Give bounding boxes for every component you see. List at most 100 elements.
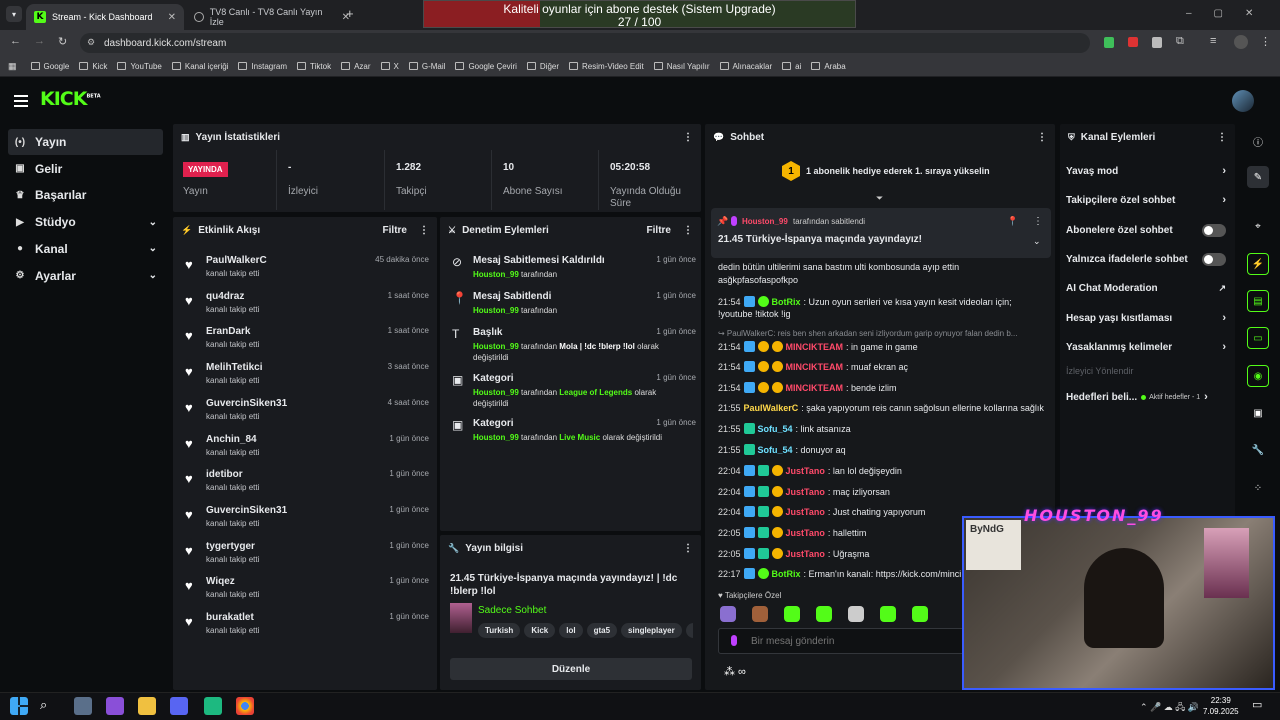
wrench-action-icon[interactable]: 🔧 xyxy=(1247,439,1269,461)
hamburger-menu-icon[interactable] xyxy=(14,95,28,107)
filter-button[interactable]: Filtre xyxy=(647,225,671,236)
chat-username[interactable]: JustTano xyxy=(786,549,825,559)
reload-icon[interactable]: ↻ xyxy=(58,35,67,48)
chat-message[interactable]: 21:55 Sofu_54: link atsanıza xyxy=(718,423,1053,434)
activity-item[interactable]: ♥ PaulWalkerC kanalı takip etti 45 dakika ö… xyxy=(181,253,429,287)
reading-list-icon[interactable]: ≡ xyxy=(1210,35,1216,47)
activity-item[interactable]: ♥ GuvercinSiken31 kanalı takip etti 4 saat … xyxy=(181,396,429,430)
chat-message[interactable]: dedin bütün ultilerimi sana bastım ulti … xyxy=(718,262,1053,272)
activity-item[interactable]: ♥ idetibor kanalı takip etti 1 gün önce xyxy=(181,467,429,501)
bookmark-item[interactable]: Alınacaklar xyxy=(719,62,772,71)
mod-action-item[interactable]: T Başlık 1 gün önce Houston_99 tarafından M… xyxy=(448,325,696,365)
chat-input[interactable] xyxy=(751,633,951,649)
chat-username[interactable]: BotRix xyxy=(772,569,801,579)
notification-icon[interactable]: ▭ xyxy=(1252,698,1262,711)
mod-action-item[interactable]: ▣ Kategori 1 gün önce Houston_99 tarafından… xyxy=(448,371,696,411)
bookmark-item[interactable]: Kanal içeriği xyxy=(171,62,228,71)
sidebar-item-3[interactable]: ▶ Stüdyo ⌄ xyxy=(8,209,163,235)
chat-message[interactable]: 22:04 JustTano: lan lol değişeydin xyxy=(718,465,1053,476)
category-name[interactable]: Sadece Sohbet xyxy=(478,605,546,616)
more-options-icon[interactable]: ⋮ xyxy=(683,225,693,236)
chat-username[interactable]: MINCIKTEAM xyxy=(786,342,844,352)
chevron-down-icon[interactable]: ⌄ xyxy=(1033,236,1041,247)
sidebar-item-0[interactable]: (•) Yayın xyxy=(8,129,163,155)
bookmark-item[interactable]: ai xyxy=(782,62,801,71)
app-icon-green[interactable] xyxy=(204,697,222,715)
chat-username[interactable]: BotRix xyxy=(772,297,801,307)
mod-action-item[interactable]: ▣ Kategori 1 gün önce Houston_99 tarafından… xyxy=(448,416,696,456)
discord-icon[interactable] xyxy=(170,697,188,715)
activity-item[interactable]: ♥ burakatlet kanalı takip etti 1 gün önce xyxy=(181,610,429,644)
info-icon[interactable]: ⓘ xyxy=(1247,130,1269,152)
activity-item[interactable]: ♥ Anchin_84 kanalı takip etti 1 gün önce xyxy=(181,432,429,466)
edit-button[interactable]: Düzenle xyxy=(450,658,692,680)
activity-item[interactable]: ♥ Wiqez kanalı takip etti 1 gün önce xyxy=(181,574,429,608)
chat-message[interactable]: 21:54 MINCIKTEAM: in game in game xyxy=(718,341,1053,352)
app-icon-video[interactable] xyxy=(106,697,124,715)
broadcast-action-icon[interactable]: ◉ xyxy=(1247,365,1269,387)
channel-action-item[interactable]: Yasaklanmış kelimeler › xyxy=(1066,337,1226,357)
sidebar-item-2[interactable]: ♛ Başarılar xyxy=(8,182,163,208)
gift-banner-text[interactable]: 1 abonelik hediye ederek 1. sıraya yükse… xyxy=(806,166,990,176)
bookmark-item[interactable]: Google Çeviri xyxy=(455,62,517,71)
unpin-icon[interactable]: 📍 xyxy=(1007,216,1018,227)
url-field[interactable]: ⚙ dashboard.kick.com/stream xyxy=(80,33,1090,53)
window-controls[interactable]: –▢✕ xyxy=(1186,8,1275,19)
emote-icon[interactable] xyxy=(784,606,800,622)
mod-action-item[interactable]: ⊘ Mesaj Sabitlemesi Kaldırıldı 1 gün önce H… xyxy=(448,253,696,293)
more-options-icon[interactable]: ⋮ xyxy=(419,225,429,236)
toggle-switch[interactable] xyxy=(1202,252,1226,266)
search-icon[interactable]: ⌕ xyxy=(40,697,47,713)
chat-message[interactable]: !youtube !tiktok !ig xyxy=(718,309,1053,319)
goals-item[interactable]: Hedefleri beli... Aktif hedefler - 1 › xyxy=(1066,387,1226,407)
stream-tag[interactable]: Turkish xyxy=(478,623,521,638)
bookmark-item[interactable]: Nasıl Yapılır xyxy=(653,62,710,71)
chat-message[interactable]: 22:04 JustTano: maç izliyorsan xyxy=(718,486,1053,497)
collapse-icon[interactable]: ⏷ xyxy=(876,193,883,204)
site-info-icon[interactable]: ⚙ xyxy=(87,37,95,48)
tab-tv8[interactable]: TV8 Canlı - TV8 Canlı Yayın İzle ✕ xyxy=(186,4,358,30)
mod-action-item[interactable]: 📍 Mesaj Sabitlendi 1 gün önce Houston_99 ta… xyxy=(448,289,696,329)
activity-item[interactable]: ♥ qu4draz kanalı takip etti 1 saat önce xyxy=(181,289,429,323)
chat-message[interactable]: 21:54 MINCIKTEAM: bende izlim xyxy=(718,382,1053,393)
new-tab-icon[interactable]: + xyxy=(346,6,354,21)
stream-tag[interactable]: gta5 xyxy=(586,623,618,638)
bookmark-item[interactable]: Tiktok xyxy=(297,62,331,71)
bookmark-item[interactable]: Kick xyxy=(79,62,107,71)
pencil-icon[interactable]: ✎ xyxy=(1247,166,1269,188)
chat-username[interactable]: MINCIKTEAM xyxy=(786,383,844,393)
channel-action-item[interactable]: Yavaş mod › xyxy=(1066,161,1226,181)
tab-kick-dashboard[interactable]: K Stream - Kick Dashboard ✕ xyxy=(26,4,184,30)
tray-icons[interactable]: ⌃ 🎤 ☁ 🖧 🔊 xyxy=(1140,700,1199,716)
extension-shield-icon[interactable] xyxy=(1104,37,1114,48)
channel-action-item[interactable]: Yalnızca ifadelerle sohbet xyxy=(1066,249,1226,269)
extension-record-icon[interactable] xyxy=(1128,37,1138,47)
tab-close-icon[interactable]: ✕ xyxy=(168,12,176,23)
more-options-icon[interactable]: ⋮ xyxy=(683,132,693,143)
chat-message[interactable]: ↪ PaulWalkerC: reis ben shen arkadan sen… xyxy=(718,329,1053,338)
bookmark-item[interactable]: Resim-Video Edit xyxy=(569,62,644,71)
pinned-more-icon[interactable]: ⋮ xyxy=(1033,216,1043,227)
emote-icon[interactable] xyxy=(912,606,928,622)
pinned-user[interactable]: Houston_99 xyxy=(742,217,788,226)
stream-tag[interactable]: Kick xyxy=(524,623,556,638)
kick-logo[interactable]: KICKBETA xyxy=(40,88,101,110)
bookmark-item[interactable]: YouTube xyxy=(117,62,162,71)
stream-tag[interactable]: lol xyxy=(559,623,583,638)
tab-search-icon[interactable]: ▾ xyxy=(6,6,22,22)
share-icon[interactable]: ⁘ xyxy=(1247,477,1269,499)
apps-grid-icon[interactable]: ▦ xyxy=(8,61,17,72)
extension-adblock-icon[interactable] xyxy=(1152,37,1162,48)
emote-icon[interactable] xyxy=(752,606,768,622)
stream-tag[interactable]: 5v xyxy=(685,623,693,638)
user-avatar[interactable] xyxy=(1232,90,1254,112)
clipboard-icon[interactable]: ▤ xyxy=(1247,290,1269,312)
chat-username[interactable]: JustTano xyxy=(786,487,825,497)
chat-username[interactable]: PaulWalkerC xyxy=(744,403,799,413)
chat-username[interactable]: MINCIKTEAM xyxy=(786,362,844,372)
activity-item[interactable]: ♥ tygertyger kanalı takip etti 1 gün önce xyxy=(181,539,429,573)
sidebar-item-1[interactable]: ▣ Gelir xyxy=(8,156,163,182)
chat-message[interactable]: 21:55 Sofu_54: donuyor aq xyxy=(718,444,1053,455)
channel-action-item[interactable]: AI Chat Moderation ↗ xyxy=(1066,278,1226,298)
chat-message[interactable]: 21:55 PaulWalkerC: şaka yapıyorum reis ca… xyxy=(718,403,1053,413)
